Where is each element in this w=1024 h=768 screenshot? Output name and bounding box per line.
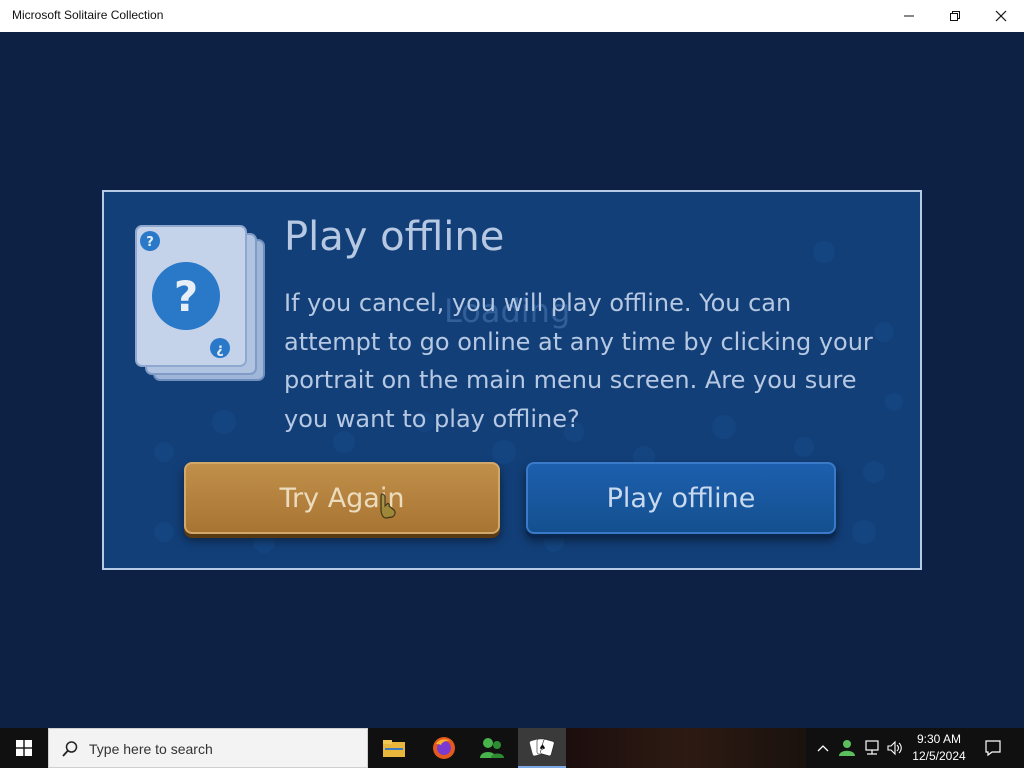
dialog-message: If you cancel, you will play offline. Yo… (284, 289, 873, 433)
title-bar: Microsoft Solitaire Collection (0, 0, 1024, 32)
firefox-icon (433, 737, 455, 759)
svg-text:?: ? (174, 272, 198, 321)
help-cards-icon: ? ? ¿ (135, 225, 265, 381)
solitaire-icon: ♠ (529, 738, 555, 757)
taskbar-background-art (566, 728, 806, 768)
play-offline-button[interactable]: Play offline (526, 462, 836, 534)
search-icon (62, 741, 78, 757)
minimize-icon (904, 15, 914, 17)
start-button[interactable] (0, 728, 48, 768)
try-again-button[interactable]: Try Again (184, 462, 500, 534)
show-hidden-icons-button[interactable] (814, 728, 832, 768)
taskbar-search-box[interactable]: Type here to search (48, 728, 368, 768)
clock-time: 9:30 AM (916, 732, 962, 746)
notification-icon (985, 740, 1001, 757)
taskbar-clock[interactable]: 9:30 AM 12/5/2024 (908, 731, 970, 765)
people-app-icon (480, 738, 504, 758)
restore-button[interactable] (932, 0, 978, 32)
network-icon (865, 740, 879, 755)
close-button[interactable] (978, 0, 1024, 32)
clock-date: 12/5/2024 (912, 749, 966, 763)
chevron-up-icon (817, 745, 829, 752)
volume-icon (887, 740, 902, 756)
taskbar-people-app[interactable] (468, 728, 516, 768)
dialog-title: Play offline (284, 214, 505, 260)
tray-volume[interactable] (884, 728, 906, 768)
person-icon (839, 740, 855, 756)
play-offline-label: Play offline (606, 482, 756, 514)
file-explorer-icon (383, 740, 405, 757)
taskbar-file-explorer[interactable] (370, 728, 418, 768)
svg-text:¿: ¿ (216, 342, 224, 357)
play-offline-dialog: Loading ? ? ¿ Play offline If you cancel… (102, 190, 922, 570)
taskbar: Type here to search ♠ 9:30 AM 12/5/2024 (0, 728, 1024, 768)
svg-text:?: ? (146, 235, 154, 250)
mouse-cursor-icon (380, 493, 396, 519)
svg-text:♠: ♠ (539, 743, 546, 752)
taskbar-solitaire[interactable]: ♠ (518, 728, 566, 768)
windows-logo-icon (16, 740, 32, 756)
tray-people[interactable] (836, 728, 858, 768)
minimize-button[interactable] (886, 0, 932, 32)
window-title: Microsoft Solitaire Collection (12, 8, 164, 22)
search-placeholder: Type here to search (89, 741, 213, 757)
taskbar-firefox[interactable] (420, 728, 468, 768)
tray-network[interactable] (861, 728, 883, 768)
close-icon (995, 10, 1007, 22)
restore-icon (950, 11, 960, 21)
action-center-button[interactable] (976, 728, 1010, 768)
